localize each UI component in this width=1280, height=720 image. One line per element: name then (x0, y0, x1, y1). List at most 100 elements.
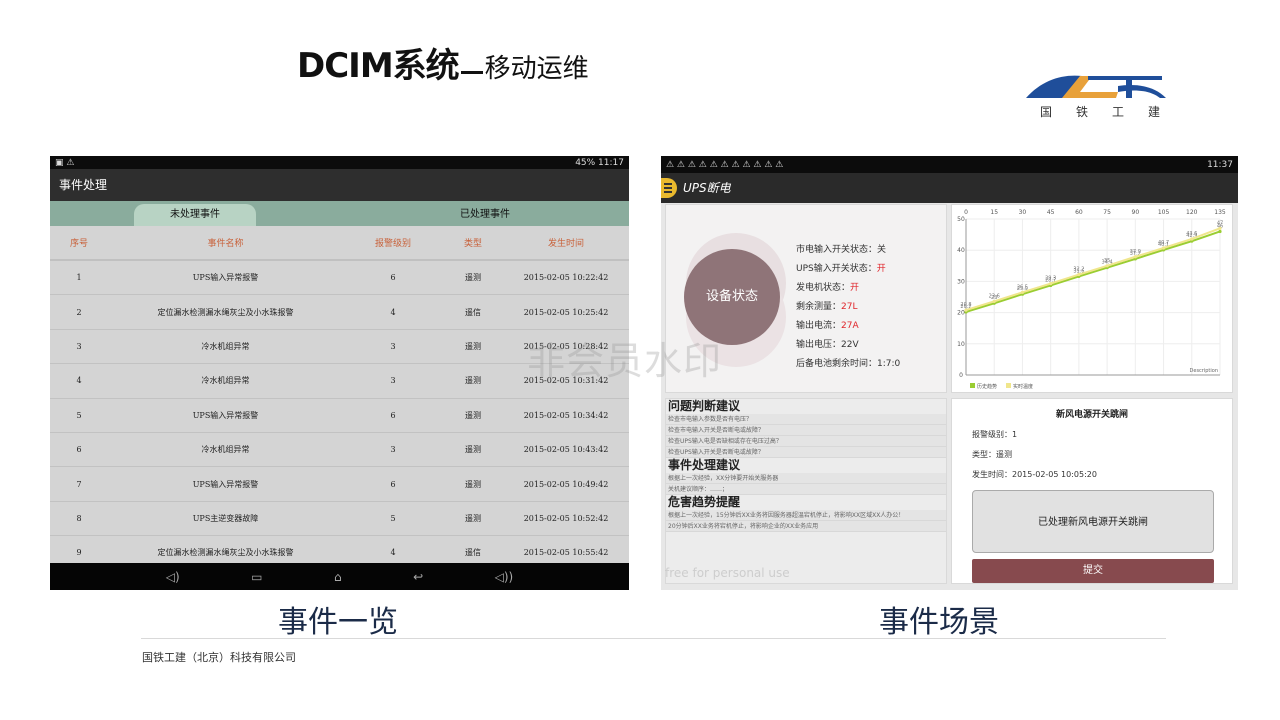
col-header: 类型 (463, 239, 482, 249)
table-row[interactable]: 5 UPS输入异常报警 6 遥测 2015-02-05 10:34:42 (50, 399, 629, 433)
event-title: 新风电源开关跳闸 (1055, 410, 1128, 420)
status-label: UPS输入开关状态： (796, 264, 877, 274)
volume-down-icon[interactable]: ◁) (166, 570, 180, 584)
x-tick-label: 105 (1158, 209, 1170, 216)
advice-item: 关机建议顺序：……； (666, 484, 946, 495)
legend-swatch (1006, 383, 1011, 388)
y-tick-label: 50 (957, 216, 965, 223)
col-header: 发生时间 (547, 239, 584, 249)
cell-level: 3 (390, 376, 396, 386)
legend-label: 实时温度 (1013, 383, 1033, 390)
table-row[interactable]: 7 UPS输入异常报警 6 遥测 2015-02-05 10:49:42 (50, 467, 629, 502)
cell-name: UPS输入异常报警 (192, 479, 259, 489)
trend-chart-panel: 0 15 30 45 60 75 90 105 120 135 0 10 20 30 40 50 20.2 23 2… (951, 204, 1233, 393)
slide-title: DCIM系统 移动运维 (297, 38, 589, 87)
volume-up-icon[interactable]: ◁)) (495, 570, 514, 584)
data-point (992, 299, 996, 303)
status-label: 剩余测量： (796, 302, 842, 312)
system-nav-bar: ◁) ▭ ⌂ ↩ ◁)) (50, 563, 629, 590)
logo-char: 铁 (1075, 105, 1088, 119)
advice-item: 检查UPS输入电是否缺相或存在电压过高？ (666, 436, 946, 447)
data-point (1049, 281, 1053, 286)
submit-button[interactable]: 提交 (972, 559, 1214, 583)
event-level: 报警级别：1 (972, 430, 1018, 439)
x-tick-label: 0 (964, 209, 968, 216)
advice-item: 根据上一次经验，XX分钟要开始关服务器 (666, 473, 946, 484)
notification-icons: ▣ ⚠ (55, 157, 75, 168)
tab-bar: 未处理事件 已处理事件 (50, 201, 629, 226)
app-title: UPS断电 (683, 181, 731, 195)
col-header: 序号 (69, 239, 88, 249)
y-tick-label: 30 (957, 278, 965, 285)
status-value: 开 (876, 264, 886, 274)
table-row[interactable]: 2 定位漏水检测漏水绳灰尘及小水珠报警 4 遥信 2015-02-05 10:25:42 (50, 295, 629, 330)
status-label: 市电输入开关状态： (796, 245, 878, 255)
series-line (965, 230, 1221, 313)
status-list: 市电输入开关状态：关 UPS输入开关状态：开 发电机状态：开 剩余测量：27L … (796, 241, 900, 374)
back-icon[interactable]: ↩ (413, 570, 423, 584)
status-value: 27A (841, 321, 859, 331)
event-detail-panel: 新风电源开关跳闸 报警级别：1 类型：遥测 发生时间：2015-02-05 10… (951, 398, 1233, 584)
status-bar: ▣ ⚠ 45% 11:17 (50, 156, 629, 169)
data-point (1218, 229, 1222, 234)
cell-name: UPS输入异常报警 (192, 410, 259, 420)
cell-no: 1 (76, 273, 82, 283)
advice-heading: 危害趋势提醒 (668, 495, 741, 509)
data-point (1161, 246, 1166, 250)
status-item: UPS输入开关状态：开 (796, 260, 900, 279)
table-row[interactable]: 6 冷水机组异常 3 遥测 2015-02-05 10:43:42 (50, 433, 629, 468)
x-tick-label: 30 (1019, 209, 1027, 216)
data-label: 47 (1217, 220, 1223, 226)
cell-time: 2015-02-05 10:43:42 (523, 445, 609, 455)
cell-type: 遥测 (465, 479, 481, 489)
advice-heading: 事件处理建议 (668, 458, 741, 472)
cell-time: 2015-02-05 10:25:42 (523, 307, 609, 317)
status-item: 输出电压：22V (796, 336, 900, 355)
data-point (1190, 237, 1194, 241)
data-point (964, 308, 968, 312)
data-label: 29.3 (1045, 276, 1056, 282)
menu-icon[interactable] (661, 178, 677, 198)
cell-level: 3 (390, 341, 396, 351)
status-item: 后备电池剩余时间：1:7:0 (796, 355, 900, 374)
data-point (1077, 272, 1081, 277)
tab-unprocessed[interactable]: 未处理事件 (134, 204, 256, 226)
event-scene-screen: ⚠ ⚠ ⚠ ⚠ ⚠ ⚠ ⚠ ⚠ ⚠ ⚠ ⚠ 11:37 UPS断电 设备状态 市… (661, 156, 1238, 590)
status-bar: ⚠ ⚠ ⚠ ⚠ ⚠ ⚠ ⚠ ⚠ ⚠ ⚠ ⚠ 11:37 (661, 156, 1238, 173)
handled-note-field[interactable]: 已处理新风电源开关跳闸 (972, 490, 1214, 553)
app-bar: UPS断电 (661, 173, 1238, 203)
cell-no: 6 (76, 445, 82, 455)
cell-type: 遥测 (465, 376, 481, 386)
app-title: 事件处理 (50, 169, 629, 201)
cell-time: 2015-02-05 10:52:42 (523, 513, 609, 523)
cell-no: 5 (76, 410, 82, 420)
cell-no: 8 (76, 513, 82, 523)
event-type: 类型：遥测 (972, 450, 1012, 459)
table-row[interactable]: 8 UPS主逆变器故障 5 遥测 2015-02-05 10:52:42 (50, 502, 629, 537)
status-label: 后备电池剩余时间： (796, 359, 878, 369)
advice-heading: 问题判断建议 (668, 399, 741, 413)
title-main: DCIM系统 (297, 46, 460, 86)
tab-processed[interactable]: 已处理事件 (440, 204, 530, 226)
table-row[interactable]: 1 UPS输入异常报警 6 遥测 2015-02-05 10:22:42 (50, 261, 629, 296)
status-item: 剩余测量：27L (796, 298, 900, 317)
data-label: 23.6 (989, 293, 1000, 299)
recent-apps-icon[interactable]: ▭ (251, 570, 262, 584)
cell-no: 9 (76, 548, 82, 558)
cell-level: 4 (390, 548, 396, 558)
cell-type: 遥测 (465, 410, 481, 420)
col-header: 报警级别 (374, 239, 411, 249)
event-time: 发生时间：2015-02-05 10:05:20 (972, 470, 1097, 479)
cell-type: 遥测 (465, 273, 481, 283)
advice-item: 检查市电输入开关是否断电或故障？ (666, 425, 946, 436)
cell-type: 遥信 (465, 548, 481, 558)
title-sub: 移动运维 (484, 54, 589, 84)
cell-level: 4 (390, 307, 396, 317)
home-icon[interactable]: ⌂ (334, 570, 342, 584)
cell-level: 5 (390, 513, 396, 523)
logo-char: 国 (1040, 105, 1053, 119)
status-item: 输出电流：27A (796, 317, 900, 336)
x-axis-label: Description (1190, 368, 1218, 374)
footer-company: 国铁工建（北京）科技有限公司 (142, 651, 296, 664)
advice-panel: 问题判断建议 检查市电输入参数是否有电压？ 检查市电输入开关是否断电或故障？ 检… (665, 398, 947, 584)
